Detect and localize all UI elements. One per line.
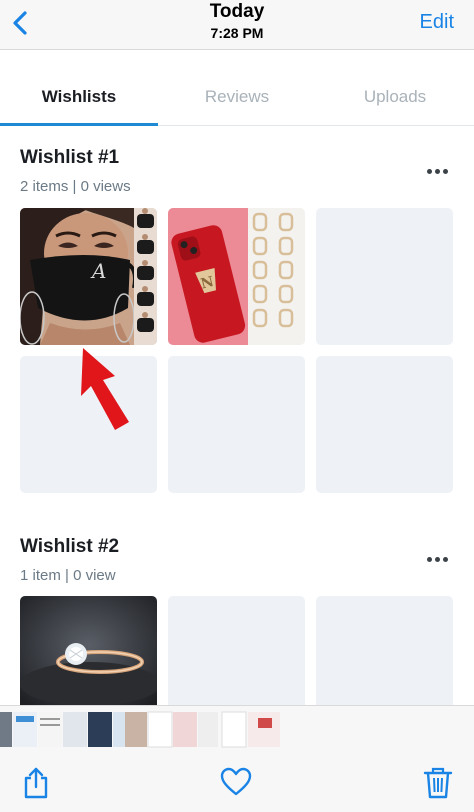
wishlist-item-diamond-ring[interactable] [20, 596, 157, 705]
wishlist-item-phone-case[interactable]: N [168, 208, 305, 345]
wishlist-2-title[interactable]: Wishlist #2 [20, 536, 119, 558]
nav-time: 7:28 PM [210, 25, 264, 41]
photo-thumbnail-strip[interactable] [0, 705, 474, 752]
wishlist-item-face-mask[interactable]: A [20, 208, 157, 345]
tab-bar: Wishlists Reviews Uploads [0, 51, 474, 126]
svg-text:A: A [90, 259, 106, 283]
trash-icon[interactable] [422, 766, 454, 800]
empty-slot [168, 596, 305, 705]
more-options-icon[interactable] [426, 168, 450, 176]
tab-wishlists[interactable]: Wishlists [0, 87, 158, 107]
active-tab-indicator [0, 123, 158, 126]
navigation-bar: Today 7:28 PM Edit [0, 0, 474, 50]
edit-button[interactable]: Edit [420, 11, 454, 34]
wishlist-2-meta: 1 item | 0 view [20, 567, 116, 584]
share-icon[interactable] [20, 766, 52, 800]
tab-uploads[interactable]: Uploads [316, 87, 474, 107]
more-options-icon[interactable] [426, 556, 450, 564]
tab-reviews[interactable]: Reviews [158, 87, 316, 107]
red-arrow-annotation [81, 348, 129, 430]
wishlist-1-meta: 2 items | 0 views [20, 178, 131, 195]
wishlist-1-title[interactable]: Wishlist #1 [20, 147, 119, 169]
empty-slot [316, 356, 453, 493]
heart-icon[interactable] [220, 766, 252, 800]
empty-slot [316, 596, 453, 705]
empty-slot [316, 208, 453, 345]
nav-title: Today [209, 1, 265, 22]
empty-slot [168, 356, 305, 493]
bottom-toolbar [0, 752, 474, 812]
